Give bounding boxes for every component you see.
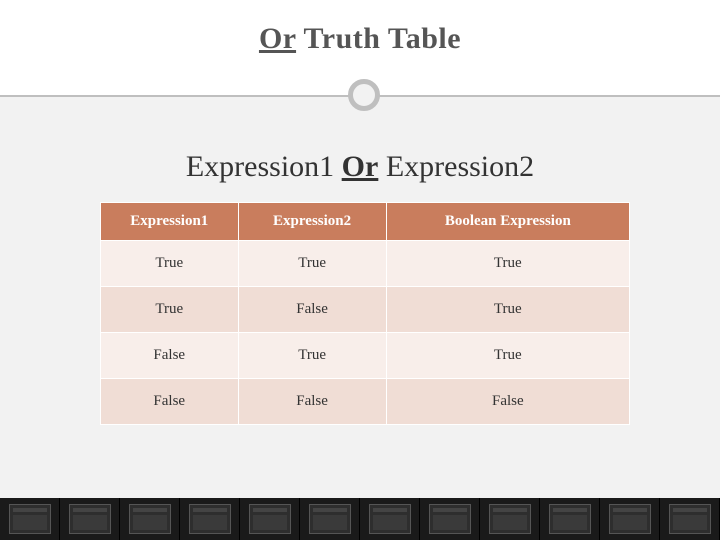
cell: False <box>238 287 386 333</box>
subtitle-keyword: Or <box>342 150 379 183</box>
subtitle: Expression1 Or Expression2 <box>0 150 720 184</box>
title-underlined: Or <box>259 22 296 55</box>
slide: Or Truth Table Expression1 Or Expression… <box>0 0 720 540</box>
table-row: False True True <box>101 333 630 379</box>
slide-thumbnail[interactable] <box>300 498 360 540</box>
thumbnail-icon <box>9 504 51 534</box>
slide-thumbnail[interactable] <box>660 498 720 540</box>
thumbnail-icon <box>309 504 351 534</box>
col-header-expression2: Expression2 <box>238 203 386 241</box>
truth-table: Expression1 Expression2 Boolean Expressi… <box>100 202 630 425</box>
thumbnail-icon <box>609 504 651 534</box>
truth-table-container: Expression1 Expression2 Boolean Expressi… <box>100 202 630 425</box>
subtitle-right: Expression2 <box>378 150 534 183</box>
thumbnail-icon <box>429 504 471 534</box>
thumbnail-icon <box>69 504 111 534</box>
cell: True <box>386 241 629 287</box>
thumbnail-strip <box>0 498 720 540</box>
table-row: True False True <box>101 287 630 333</box>
thumbnail-icon <box>489 504 531 534</box>
col-header-expression1: Expression1 <box>101 203 239 241</box>
slide-thumbnail[interactable] <box>480 498 540 540</box>
table-header-row: Expression1 Expression2 Boolean Expressi… <box>101 203 630 241</box>
cell: False <box>101 379 239 425</box>
slide-thumbnail[interactable] <box>180 498 240 540</box>
cell: True <box>238 333 386 379</box>
col-header-boolean: Boolean Expression <box>386 203 629 241</box>
thumbnail-icon <box>189 504 231 534</box>
slide-thumbnail[interactable] <box>240 498 300 540</box>
thumbnail-icon <box>369 504 411 534</box>
thumbnail-icon <box>249 504 291 534</box>
table-row: True True True <box>101 241 630 287</box>
cell: False <box>101 333 239 379</box>
page-title: Or Truth Table <box>0 22 720 56</box>
slide-thumbnail[interactable] <box>0 498 60 540</box>
cell: False <box>238 379 386 425</box>
thumbnail-icon <box>549 504 591 534</box>
cell: True <box>386 333 629 379</box>
slide-thumbnail[interactable] <box>600 498 660 540</box>
cell: True <box>101 287 239 333</box>
slide-thumbnail[interactable] <box>360 498 420 540</box>
subtitle-left: Expression1 <box>186 150 342 183</box>
thumbnail-icon <box>129 504 171 534</box>
cell: True <box>386 287 629 333</box>
title-rest: Truth Table <box>296 22 461 55</box>
slide-thumbnail[interactable] <box>420 498 480 540</box>
thumbnail-icon <box>669 504 711 534</box>
slide-thumbnail[interactable] <box>60 498 120 540</box>
cell: True <box>101 241 239 287</box>
table-row: False False False <box>101 379 630 425</box>
slide-thumbnail[interactable] <box>540 498 600 540</box>
decorative-circle-icon <box>348 79 380 111</box>
slide-thumbnail[interactable] <box>120 498 180 540</box>
cell: False <box>386 379 629 425</box>
cell: True <box>238 241 386 287</box>
